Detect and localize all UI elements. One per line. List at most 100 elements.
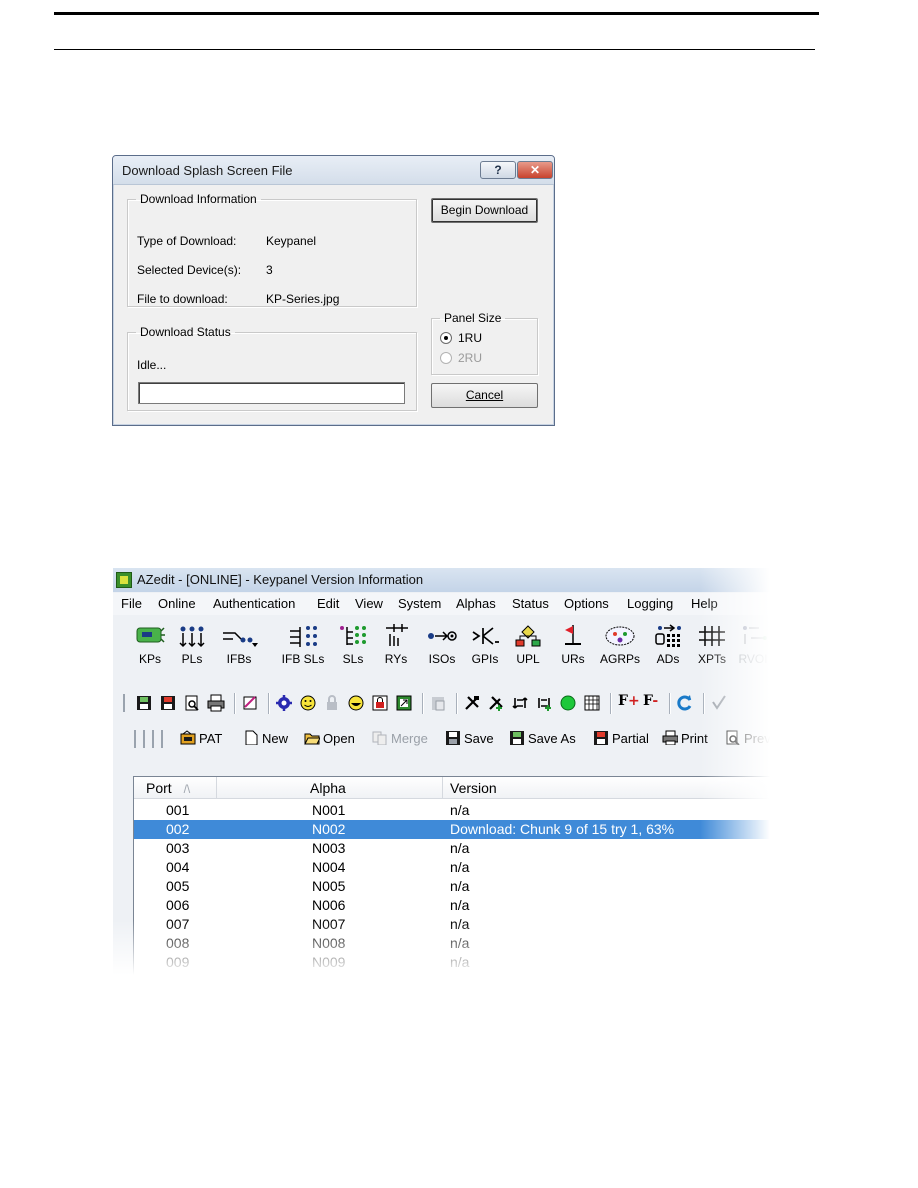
paste-icon[interactable] <box>429 694 447 712</box>
font-increase-button[interactable]: F+ <box>618 693 640 709</box>
selected-devices-value: 3 <box>266 263 273 277</box>
table-row[interactable]: 006 N006 n/a <box>134 896 770 915</box>
page-top-rule <box>54 12 819 15</box>
help-button[interactable]: ? <box>480 161 516 179</box>
calculator-icon[interactable] <box>583 694 601 712</box>
alpha-cell: N008 <box>312 935 346 951</box>
table-row[interactable]: 004 N004 n/a <box>134 858 770 877</box>
crosspoint-icon <box>699 626 725 646</box>
rvoi-icon <box>743 626 767 644</box>
font-decrease-button[interactable]: F- <box>643 693 658 709</box>
save-system-icon[interactable] <box>135 694 153 712</box>
tools-icon[interactable] <box>463 694 481 712</box>
gear-icon[interactable] <box>275 694 293 712</box>
toolbar-rys-button[interactable]: RYs <box>379 622 413 680</box>
launch-window-icon[interactable] <box>395 694 413 712</box>
column-header-alpha[interactable]: Alpha <box>310 780 346 796</box>
save-button[interactable]: Save <box>445 730 494 750</box>
selected-devices-label: Selected Device(s): <box>137 263 242 277</box>
toolbar-urs-button[interactable]: URs <box>556 622 590 680</box>
table-row[interactable]: 003 N003 n/a <box>134 839 770 858</box>
toolbar-separator <box>456 693 457 714</box>
toolbar-sls-button[interactable]: SLs <box>336 622 370 680</box>
menu-status[interactable]: Status <box>512 596 549 611</box>
toolbar-upl-button[interactable]: UPL <box>511 622 545 680</box>
party-line-icon <box>179 626 205 648</box>
cancel-button[interactable]: Cancel <box>431 383 538 408</box>
menu-file[interactable]: File <box>121 596 142 611</box>
upl-icon <box>515 625 541 647</box>
toolbar-rvoi-button[interactable]: RVOI <box>735 622 770 680</box>
toolbar-ads-button[interactable]: ADs <box>650 622 686 680</box>
file-to-download-label: File to download: <box>137 292 228 306</box>
table-row-selected[interactable]: 002 N002 Download: Chunk 9 of 15 try 1, … <box>134 820 770 839</box>
toolbar-grip[interactable] <box>152 730 154 748</box>
column-divider[interactable] <box>216 777 217 799</box>
toolbar-kps-button[interactable]: KPs <box>130 622 170 680</box>
swap-add-icon[interactable] <box>535 694 553 712</box>
lock-icon[interactable] <box>323 694 341 712</box>
column-divider[interactable] <box>442 777 443 799</box>
version-cell: n/a <box>450 916 470 932</box>
online-status-icon[interactable] <box>559 694 577 712</box>
begin-download-label: Begin Download <box>440 203 529 217</box>
menu-edit[interactable]: Edit <box>317 596 339 611</box>
download-progress-bar <box>138 382 405 404</box>
table-row[interactable]: 001 N001 n/a <box>134 801 770 820</box>
toolbar-ifb-sls-button[interactable]: IFB SLs <box>279 622 327 680</box>
begin-download-button[interactable]: Begin Download <box>431 198 538 223</box>
close-button[interactable]: ✕ <box>517 161 553 179</box>
alpha-cell: N009 <box>312 954 346 970</box>
print-button[interactable]: Print <box>662 730 708 750</box>
dialog-titlebar[interactable]: Download Splash Screen File ? ✕ <box>113 156 554 185</box>
column-header-port[interactable]: Port /\ <box>146 780 190 796</box>
toolbar-isos-button[interactable]: ISOs <box>423 622 461 680</box>
toolbar-agrps-button[interactable]: AGRPs <box>598 622 642 680</box>
smiley-icon[interactable] <box>299 694 317 712</box>
table-row[interactable]: 005 N005 n/a <box>134 877 770 896</box>
column-header-version[interactable]: Version <box>450 780 497 796</box>
menu-system[interactable]: System <box>398 596 441 611</box>
secure-lock-icon[interactable] <box>371 694 389 712</box>
toolbar-xpts-button[interactable]: XPTs <box>692 622 732 680</box>
save-disk-icon[interactable] <box>159 694 177 712</box>
preview-button[interactable]: Prev <box>725 730 770 750</box>
toolbar-grip[interactable] <box>123 694 125 712</box>
record-check-icon[interactable] <box>710 694 728 712</box>
port-cell: 005 <box>166 878 190 894</box>
menu-alphas[interactable]: Alphas <box>456 596 496 611</box>
table-row[interactable]: 009 N009 n/a <box>134 953 770 972</box>
menu-options[interactable]: Options <box>564 596 609 611</box>
print-icon[interactable] <box>207 694 225 712</box>
save-as-button[interactable]: Save As <box>509 730 576 750</box>
table-row[interactable]: 008 N008 n/a <box>134 934 770 953</box>
azedit-titlebar[interactable]: AZedit - [ONLINE] - Keypanel Version Inf… <box>113 568 770 592</box>
new-button[interactable]: New <box>243 730 288 750</box>
pat-button[interactable]: PAT <box>180 730 222 750</box>
export-icon[interactable] <box>241 694 259 712</box>
toolbar-grip[interactable] <box>161 730 163 748</box>
version-list[interactable]: Port /\ Alpha Version 001 N001 n/a 002 N… <box>133 776 770 975</box>
menu-authentication[interactable]: Authentication <box>213 596 295 611</box>
laughing-face-icon[interactable] <box>347 694 365 712</box>
toolbar-upl-label: UPL <box>516 652 540 666</box>
menu-view[interactable]: View <box>355 596 383 611</box>
menu-logging[interactable]: Logging <box>627 596 673 611</box>
version-cell: Download: Chunk 9 of 15 try 1, 63% <box>450 821 675 837</box>
table-row[interactable]: 007 N007 n/a <box>134 915 770 934</box>
toolbar-grip[interactable] <box>143 730 145 748</box>
toolbar-gpis-button[interactable]: GPIs <box>467 622 503 680</box>
refresh-icon[interactable] <box>676 694 694 712</box>
toolbar-grip[interactable] <box>134 730 136 748</box>
tools-add-icon[interactable] <box>487 694 505 712</box>
print-preview-icon[interactable] <box>183 694 201 712</box>
menu-online[interactable]: Online <box>158 596 196 611</box>
download-information-legend: Download Information <box>140 192 257 206</box>
open-button[interactable]: Open <box>304 730 355 750</box>
swap-icon[interactable] <box>511 694 529 712</box>
toolbar-pls-button[interactable]: PLs <box>173 622 211 680</box>
menu-help[interactable]: Help <box>691 596 718 611</box>
partial-button[interactable]: Partial <box>593 730 649 750</box>
panel-size-legend: Panel Size <box>444 311 502 325</box>
toolbar-ifbs-button[interactable]: IFBs <box>217 622 261 680</box>
